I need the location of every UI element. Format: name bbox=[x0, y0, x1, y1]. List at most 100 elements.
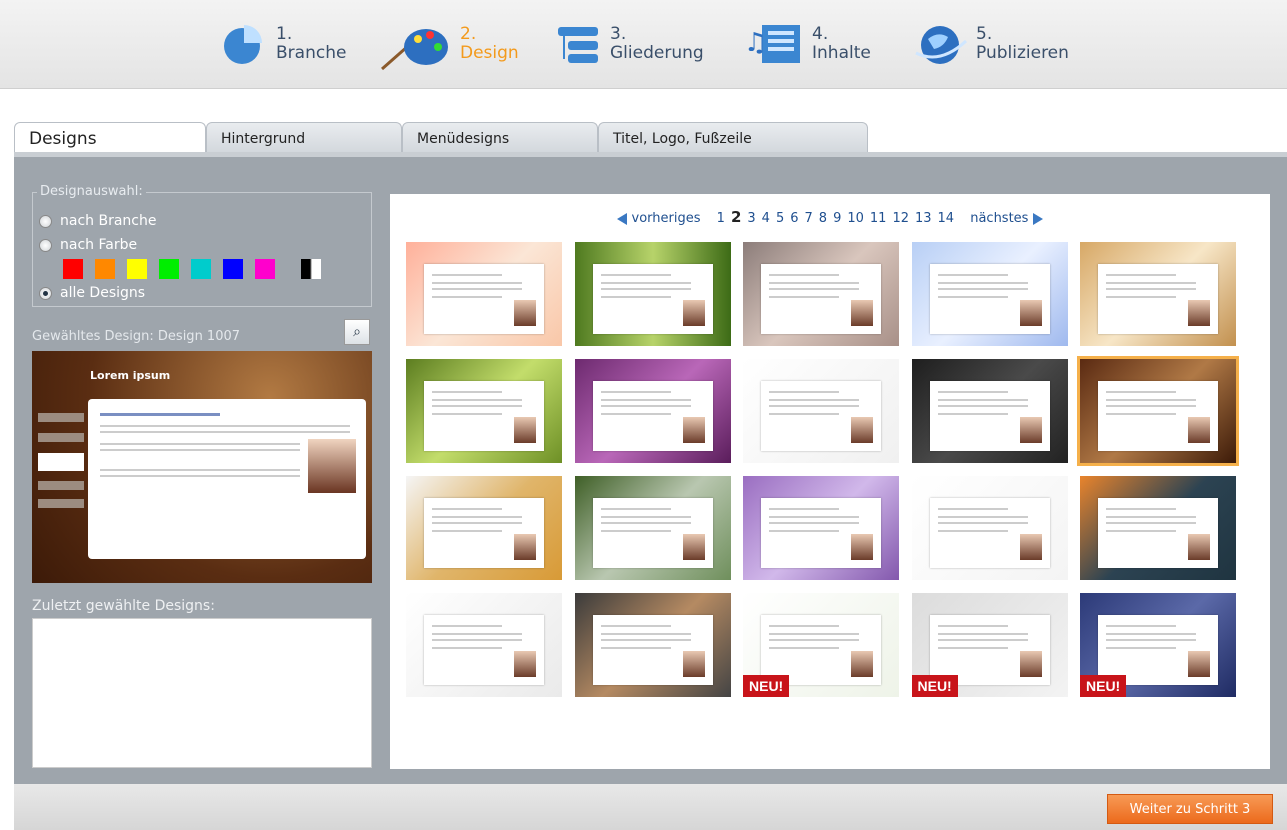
design-thumbnail[interactable]: NEU! bbox=[911, 593, 1068, 697]
thumbnail-text-line bbox=[1106, 639, 1196, 641]
design-thumbnail[interactable] bbox=[1080, 242, 1236, 346]
design-thumbnail[interactable] bbox=[743, 242, 899, 346]
thumbnail-photo bbox=[1188, 651, 1210, 677]
thumbnail-text-line bbox=[432, 282, 522, 284]
color-swatch[interactable] bbox=[95, 259, 115, 279]
tab-designs[interactable]: Designs bbox=[14, 122, 206, 155]
radio-button-selected[interactable] bbox=[39, 286, 52, 300]
design-thumbnail[interactable] bbox=[574, 359, 731, 463]
step-number: 3. bbox=[610, 24, 627, 44]
thumbnail-text-line bbox=[769, 625, 839, 627]
page-number-link[interactable]: 14 bbox=[938, 211, 955, 226]
thumbnail-page bbox=[592, 498, 713, 568]
preview-text-line bbox=[100, 449, 300, 451]
page-number-link[interactable]: 4 bbox=[762, 211, 770, 226]
preview-nav-item bbox=[38, 499, 84, 508]
page-number-link[interactable]: 3 bbox=[747, 211, 755, 226]
color-swatch[interactable] bbox=[223, 259, 243, 279]
thumbnail-photo bbox=[1188, 300, 1210, 326]
design-thumbnail[interactable] bbox=[406, 593, 562, 697]
thumbnail-page bbox=[1098, 498, 1218, 568]
design-thumbnail[interactable]: NEU! bbox=[743, 593, 899, 697]
page-number-link[interactable]: 6 bbox=[790, 211, 798, 226]
page-number-link[interactable]: 12 bbox=[892, 211, 909, 226]
design-thumbnail[interactable] bbox=[574, 242, 731, 346]
zoom-preview-button[interactable]: ⌕ bbox=[344, 319, 370, 345]
current-page-number: 2 bbox=[730, 208, 742, 226]
design-thumbnail[interactable]: NEU! bbox=[1080, 593, 1236, 697]
color-swatch[interactable] bbox=[255, 259, 275, 279]
page-number-link[interactable]: 9 bbox=[833, 211, 841, 226]
preview-photo bbox=[308, 439, 356, 493]
design-thumbnail[interactable] bbox=[911, 359, 1068, 463]
step-label: Gliederung bbox=[610, 43, 704, 63]
filter-all-designs[interactable]: alle Designs bbox=[39, 285, 145, 301]
radio-button[interactable] bbox=[39, 238, 52, 252]
preview-page bbox=[88, 399, 366, 559]
thumbnail-text-line bbox=[937, 399, 1028, 401]
thumbnail-text-line bbox=[600, 647, 671, 649]
thumbnail-text-line bbox=[937, 282, 1028, 284]
thumbnail-text-line bbox=[769, 522, 859, 524]
design-thumbnail[interactable] bbox=[743, 476, 899, 580]
design-thumbnail[interactable] bbox=[1080, 476, 1236, 580]
new-badge: NEU! bbox=[743, 675, 790, 697]
thumbnail-text-line bbox=[769, 391, 839, 393]
content-icon: ♫ bbox=[744, 21, 804, 67]
thumbnail-text-line bbox=[1106, 391, 1176, 393]
tab-hintergrund[interactable]: Hintergrund bbox=[206, 122, 402, 152]
filter-by-branche[interactable]: nach Branche bbox=[39, 213, 156, 229]
thumbnail-text-line bbox=[432, 633, 522, 635]
page-numbers: 1 2 3 4 5 6 7 8 9 10 11 12 13 14 bbox=[714, 208, 957, 226]
next-step-button[interactable]: Weiter zu Schritt 3 bbox=[1107, 794, 1273, 824]
tab-menuedesigns[interactable]: Menüdesigns bbox=[402, 122, 598, 152]
design-thumbnail[interactable] bbox=[911, 242, 1068, 346]
thumbnail-text-line bbox=[937, 625, 1008, 627]
design-thumbnail[interactable] bbox=[406, 476, 562, 580]
thumbnail-text-line bbox=[432, 516, 522, 518]
thumbnail-page bbox=[592, 615, 713, 685]
step-gliederung[interactable]: 3. Gliederung bbox=[556, 18, 704, 70]
step-publizieren[interactable]: 5. Publizieren bbox=[914, 18, 1069, 70]
thumbnail-text-line bbox=[600, 522, 691, 524]
thumbnail-page bbox=[929, 381, 1050, 451]
thumbnail-page bbox=[592, 381, 713, 451]
design-thumbnail[interactable] bbox=[1077, 356, 1239, 466]
step-branche[interactable]: 1. Branche bbox=[222, 18, 346, 70]
filter-label: nach Farbe bbox=[60, 237, 138, 253]
page-number-link[interactable]: 1 bbox=[717, 211, 725, 226]
page-number-link[interactable]: 10 bbox=[847, 211, 864, 226]
color-swatch[interactable] bbox=[191, 259, 211, 279]
design-thumbnail[interactable] bbox=[574, 593, 731, 697]
design-thumbnail[interactable] bbox=[406, 242, 562, 346]
step-design[interactable]: 2. Design bbox=[380, 18, 519, 71]
thumbnail-page bbox=[761, 498, 881, 568]
page-number-link[interactable]: 13 bbox=[915, 211, 932, 226]
page-number-link[interactable]: 7 bbox=[805, 211, 813, 226]
next-page-link[interactable]: nächstes bbox=[967, 211, 1044, 226]
design-thumbnail[interactable] bbox=[406, 359, 562, 463]
design-thumbnail[interactable] bbox=[743, 359, 899, 463]
structure-icon bbox=[556, 21, 602, 67]
color-swatch[interactable] bbox=[63, 259, 83, 279]
prev-page-link[interactable]: vorheriges bbox=[616, 211, 704, 226]
preview-nav-item bbox=[38, 481, 84, 490]
page-number-link[interactable]: 11 bbox=[870, 211, 887, 226]
radio-button[interactable] bbox=[39, 214, 52, 228]
design-thumbnail[interactable] bbox=[574, 476, 731, 580]
thumbnail-text-line bbox=[937, 633, 1028, 635]
filter-by-color[interactable]: nach Farbe bbox=[39, 237, 137, 253]
color-swatch[interactable] bbox=[301, 259, 321, 279]
page-number-link[interactable]: 5 bbox=[776, 211, 784, 226]
thumbnail-text-line bbox=[769, 282, 859, 284]
step-inhalte[interactable]: ♫ 4. Inhalte bbox=[744, 18, 871, 70]
color-swatch[interactable] bbox=[159, 259, 179, 279]
color-swatch[interactable] bbox=[127, 259, 147, 279]
tab-titel-logo-fusszeile[interactable]: Titel, Logo, Fußzeile bbox=[598, 122, 868, 152]
page-number-link[interactable]: 8 bbox=[819, 211, 827, 226]
thumbnail-text-line bbox=[937, 288, 1028, 290]
globe-icon bbox=[914, 21, 968, 67]
step-number: 4. bbox=[812, 24, 829, 44]
design-thumbnail[interactable] bbox=[911, 476, 1068, 580]
thumbnail-text-line bbox=[769, 399, 859, 401]
